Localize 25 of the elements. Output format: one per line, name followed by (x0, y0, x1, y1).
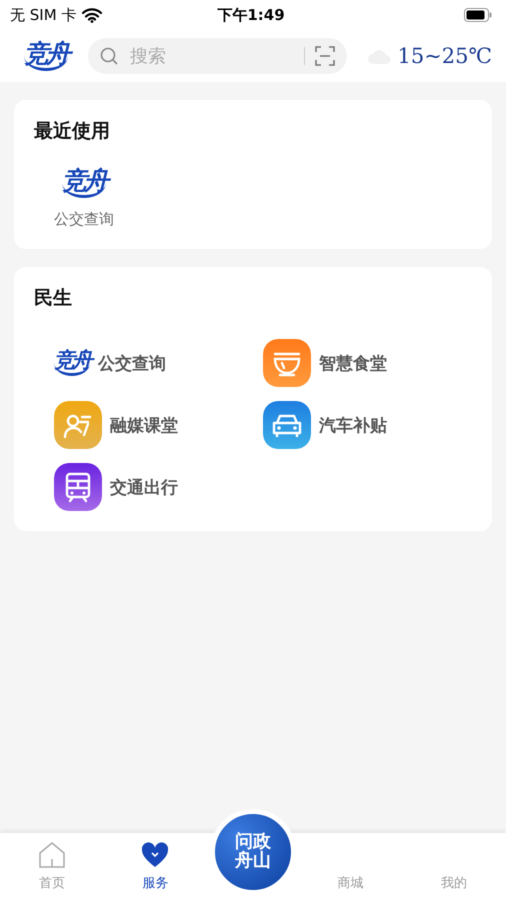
heart-icon (140, 840, 170, 870)
person-icon (54, 401, 102, 449)
section-title: 最近使用 (34, 119, 111, 144)
service-label[interactable]: 公交查询 (54, 210, 114, 229)
battery-icon (464, 8, 492, 22)
bowl-icon (263, 339, 311, 387)
tab[interactable]: 服务 (104, 833, 208, 900)
search-icon (100, 47, 118, 65)
home-icon (36, 840, 67, 870)
search-bar[interactable]: 搜索 (88, 38, 348, 74)
service-label[interactable]: 交通出行 (110, 476, 178, 498)
search-field[interactable]: 搜索 (128, 44, 294, 68)
temperature-text: 15~25℃ (397, 44, 492, 68)
car-icon (263, 401, 311, 449)
logo: 竞舟 (54, 350, 90, 376)
section-title: 民生 (34, 286, 73, 311)
clock-time: 下午1:49 (217, 6, 285, 24)
service-label[interactable]: 智慧食堂 (319, 352, 387, 374)
train-icon (54, 463, 102, 511)
service-label[interactable]: 融媒课堂 (110, 414, 178, 436)
carrier-text: 无 SIM 卡 (10, 6, 76, 24)
service-label[interactable]: 公交查询 (98, 352, 166, 374)
scan-icon[interactable] (315, 46, 336, 66)
service-label[interactable]: 汽车补贴 (319, 414, 387, 436)
wifi-icon (82, 8, 102, 22)
